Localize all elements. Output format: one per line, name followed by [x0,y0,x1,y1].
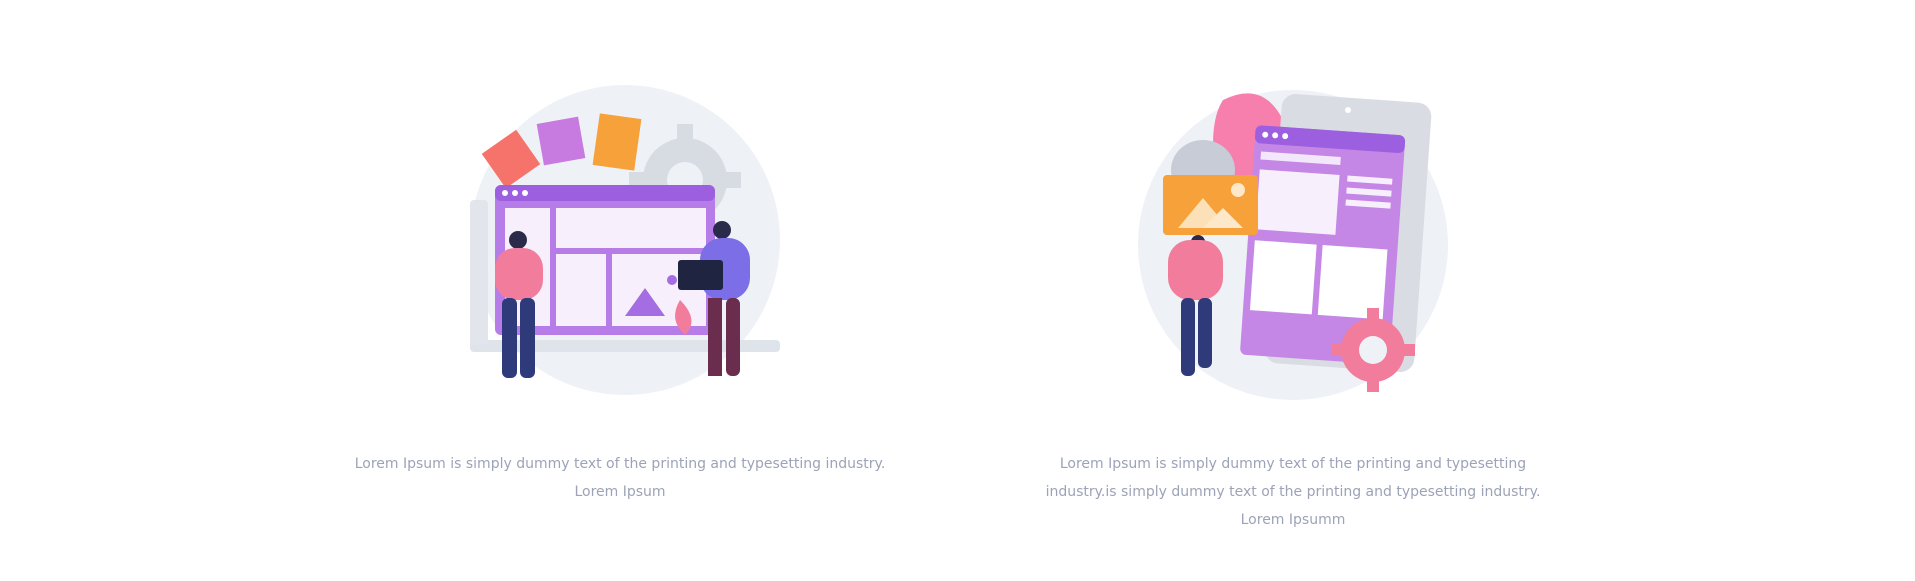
feature-caption: Lorem Ipsum is simply dummy text of the … [1045,456,1541,528]
feature-card-web-design: Lorem Ipsum is simply dummy text of the … [350,0,890,581]
web-design-team-illustration [450,80,790,400]
web-design-illustration-svg [470,85,780,395]
mobile-design-illustration-svg [1138,90,1448,400]
mobile-app-design-illustration [1123,80,1463,400]
feature-card-mobile-design: Lorem Ipsum is simply dummy text of the … [1023,0,1563,581]
page: Lorem Ipsum is simply dummy text of the … [0,0,1915,581]
image-icon [1163,175,1258,235]
feature-caption: Lorem Ipsum is simply dummy text of the … [354,456,886,500]
laptop-icon [678,260,723,290]
